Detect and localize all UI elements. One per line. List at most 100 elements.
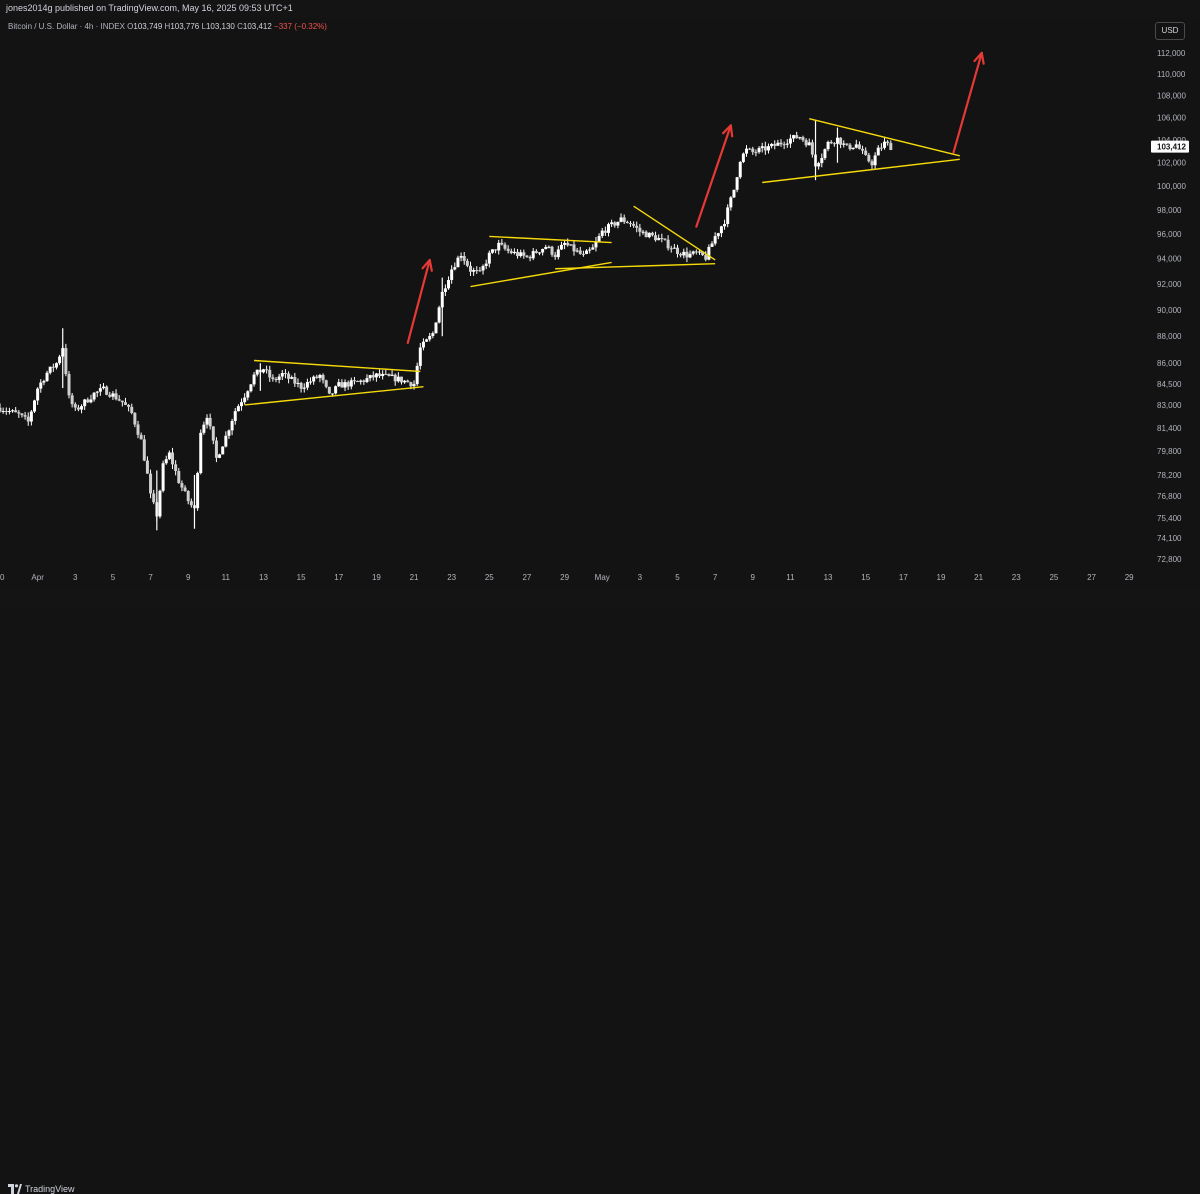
candle-body xyxy=(149,473,153,494)
candle-body xyxy=(657,238,661,241)
time-tick-label: 3 xyxy=(638,573,643,582)
time-tick-label: 9 xyxy=(186,573,191,582)
candle-body xyxy=(716,233,720,237)
trendline xyxy=(489,235,612,244)
candle-body xyxy=(271,377,275,380)
candle-body xyxy=(89,399,93,403)
price-tick-label: 112,000 xyxy=(1157,49,1186,58)
candle-body xyxy=(211,426,215,441)
candle-body xyxy=(522,252,526,256)
candle-body xyxy=(327,386,331,394)
candle-body xyxy=(399,376,403,383)
price-tick-label: 75,400 xyxy=(1157,514,1182,523)
candle-body xyxy=(669,248,673,250)
candle-body xyxy=(494,249,498,251)
candle-body xyxy=(572,244,576,252)
candle-body xyxy=(726,207,730,224)
candle-body xyxy=(221,446,225,455)
candle-body xyxy=(531,251,535,259)
candle-body xyxy=(371,375,375,378)
candle-body xyxy=(707,246,711,260)
candle-body xyxy=(117,399,121,401)
candle-body xyxy=(158,490,162,517)
price-tick-label: 94,000 xyxy=(1157,255,1182,264)
candle-body xyxy=(889,143,893,151)
time-tick-label: 11 xyxy=(786,573,795,582)
candle-body xyxy=(315,376,319,378)
time-tick-label: 27 xyxy=(1087,573,1096,582)
candle-body xyxy=(240,402,244,407)
price-tick-label: 102,000 xyxy=(1157,159,1186,168)
candle-body xyxy=(450,269,454,280)
candle-body xyxy=(779,142,783,145)
time-tick-label: 29 xyxy=(560,573,569,582)
candle-body xyxy=(810,142,814,155)
candle-body xyxy=(766,146,770,151)
candle-body xyxy=(133,413,137,425)
candle-body xyxy=(481,266,485,271)
candle-body xyxy=(152,493,156,503)
candle-body xyxy=(236,406,240,412)
candle-body xyxy=(820,158,824,164)
arrows-layer xyxy=(406,51,985,345)
candle-body xyxy=(202,424,206,433)
candle-body xyxy=(509,250,513,254)
candle-body xyxy=(7,411,11,413)
candle-body xyxy=(26,416,30,422)
candle-body xyxy=(864,150,868,156)
candle-body xyxy=(403,380,407,383)
time-tick-label: 5 xyxy=(111,573,116,582)
time-tick-label: 13 xyxy=(259,573,268,582)
candle-body xyxy=(685,251,689,258)
candle-body xyxy=(340,382,344,388)
candle-body xyxy=(650,232,654,236)
candle-body xyxy=(64,348,68,375)
candle-body xyxy=(161,463,165,491)
candle-body xyxy=(393,374,397,382)
brand-name: TradingView xyxy=(25,1184,75,1194)
candle-body xyxy=(591,247,595,250)
candle-body xyxy=(694,251,698,253)
time-tick-label: 30 xyxy=(0,573,5,582)
candle-body xyxy=(167,452,171,460)
candle-body xyxy=(503,244,507,249)
candle-body xyxy=(45,372,49,382)
candle-body xyxy=(688,253,692,258)
price-chart[interactable]: 72,800 74,100 75,400 76,800 78,200 79,800 81,4… xyxy=(0,0,1200,608)
time-tick-label: 9 xyxy=(751,573,756,582)
candle-body xyxy=(374,373,378,378)
price-tick-label: 98,000 xyxy=(1157,206,1182,215)
candle-body xyxy=(174,464,178,472)
candle-body xyxy=(54,363,58,368)
candle-body xyxy=(365,378,369,382)
candle-body xyxy=(876,147,880,156)
price-tick-label: 86,000 xyxy=(1157,359,1182,368)
candle-body xyxy=(224,435,228,447)
candle-body xyxy=(274,379,278,381)
trendline xyxy=(254,359,421,373)
candle-body xyxy=(823,149,827,159)
candle-body xyxy=(569,244,573,246)
candle-body xyxy=(839,137,843,145)
candle-body xyxy=(654,235,658,241)
candle-body xyxy=(597,235,601,242)
candle-body xyxy=(867,155,871,162)
candle-body xyxy=(102,386,106,389)
candle-body xyxy=(497,242,501,251)
candle-body xyxy=(108,394,112,397)
candle-body xyxy=(713,236,717,244)
currency-button[interactable]: USD xyxy=(1155,22,1185,40)
candle-body xyxy=(418,347,422,366)
candle-body xyxy=(691,251,695,254)
candle-body xyxy=(619,217,623,222)
time-tick-label: 21 xyxy=(410,573,419,582)
candle-body xyxy=(632,223,636,226)
candle-body xyxy=(603,230,607,233)
candle-body xyxy=(425,339,429,342)
candle-body xyxy=(704,255,708,260)
candle-body xyxy=(111,393,115,397)
candle-body xyxy=(525,255,529,257)
price-tick-label: 110,000 xyxy=(1157,70,1186,79)
candle-body xyxy=(70,395,74,405)
candle-body xyxy=(334,386,338,394)
